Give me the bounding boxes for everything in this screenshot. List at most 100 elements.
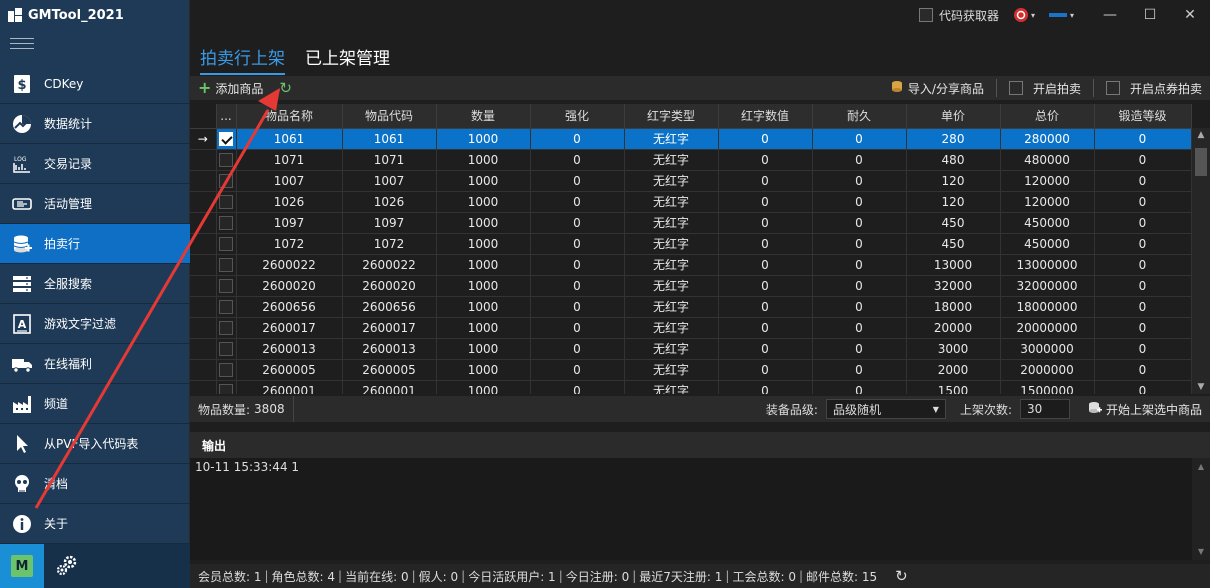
table-cell[interactable]: 3000 [906, 338, 1001, 360]
open-coupon-auction-toggle[interactable]: 开启点券拍卖 [1098, 76, 1210, 100]
table-cell[interactable]: 1000 [436, 275, 531, 297]
table-cell[interactable]: 0 [812, 359, 907, 381]
row-checkbox-cell[interactable] [216, 380, 237, 394]
minimize-button[interactable]: — [1090, 0, 1130, 30]
table-cell[interactable]: 0 [718, 296, 813, 318]
tab-listed-management[interactable]: 已上架管理 [305, 44, 390, 75]
table-cell[interactable]: 0 [1094, 170, 1192, 192]
table-cell[interactable]: 13000 [906, 254, 1001, 276]
table-cell[interactable]: 0 [812, 338, 907, 360]
table-cell[interactable]: 无红字 [624, 170, 719, 192]
row-checkbox-cell[interactable] [216, 191, 237, 213]
table-row[interactable]: 2600001 2600001 1000 0 无红字 0 0 1500 1500000 0 [190, 380, 1192, 394]
row-checkbox[interactable] [219, 383, 233, 394]
open-auction-toggle[interactable]: 开启拍卖 [1001, 76, 1089, 100]
row-checkbox[interactable] [219, 257, 233, 272]
table-cell[interactable]: 1500 [906, 380, 1001, 394]
table-cell[interactable]: 2600656 [342, 296, 437, 318]
table-cell[interactable]: 0 [718, 170, 813, 192]
table-cell[interactable]: 2600022 [236, 254, 343, 276]
table-cell[interactable]: 无红字 [624, 254, 719, 276]
scroll-up-icon[interactable]: ▲ [1192, 130, 1210, 140]
table-cell[interactable]: 120000 [1000, 170, 1095, 192]
import-share-button[interactable]: 导入/分享商品 [882, 76, 992, 100]
table-row[interactable]: 2600013 2600013 1000 0 无红字 0 0 3000 3000000 0 [190, 338, 1192, 360]
table-cell[interactable]: 1000 [436, 380, 531, 394]
table-cell[interactable]: 无红字 [624, 128, 719, 150]
table-cell[interactable]: 18000 [906, 296, 1001, 318]
add-item-button[interactable]: + 添加商品 [190, 76, 271, 100]
sidebar-item-11[interactable]: 关于 [0, 504, 190, 544]
row-checkbox-cell[interactable] [216, 170, 237, 192]
sidebar-item-4[interactable]: 拍卖行 [0, 224, 190, 264]
table-cell[interactable]: 0 [718, 233, 813, 255]
table-cell[interactable]: 0 [1094, 191, 1192, 213]
table-cell[interactable]: 1000 [436, 254, 531, 276]
open-auction-checkbox[interactable] [1008, 81, 1023, 95]
table-cell[interactable]: 0 [812, 317, 907, 339]
sidebar-item-6[interactable]: A 游戏文字过滤 [0, 304, 190, 344]
table-cell[interactable]: 0 [812, 233, 907, 255]
refresh-button[interactable]: ↻ [271, 76, 300, 100]
table-cell[interactable]: 0 [718, 317, 813, 339]
row-checkbox-cell[interactable] [216, 149, 237, 171]
table-cell[interactable]: 1000 [436, 233, 531, 255]
table-cell[interactable]: 2600022 [342, 254, 437, 276]
table-cell[interactable]: 0 [718, 254, 813, 276]
table-cell[interactable]: 0 [812, 191, 907, 213]
table-cell[interactable]: 0 [530, 170, 625, 192]
column-header[interactable]: 单价 [906, 104, 1001, 129]
table-row[interactable]: 1071 1071 1000 0 无红字 0 0 480 480000 0 [190, 149, 1192, 171]
table-cell[interactable]: 1000 [436, 359, 531, 381]
table-cell[interactable]: 120000 [1000, 191, 1095, 213]
row-checkbox[interactable] [219, 152, 233, 167]
table-cell[interactable]: 450000 [1000, 212, 1095, 234]
table-cell[interactable]: 0 [1094, 338, 1192, 360]
table-cell[interactable]: 0 [718, 212, 813, 234]
table-cell[interactable]: 0 [1094, 275, 1192, 297]
table-cell[interactable]: 无红字 [624, 275, 719, 297]
table-cell[interactable]: 1000 [436, 317, 531, 339]
table-cell[interactable]: 2600001 [236, 380, 343, 394]
sidebar-item-10[interactable]: 清档 [0, 464, 190, 504]
table-cell[interactable]: 450 [906, 233, 1001, 255]
table-cell[interactable]: 0 [530, 380, 625, 394]
table-row[interactable]: 2600020 2600020 1000 0 无红字 0 0 32000 32000000 0 [190, 275, 1192, 297]
table-cell[interactable]: 280000 [1000, 128, 1095, 150]
table-cell[interactable]: 1072 [342, 233, 437, 255]
row-checkbox[interactable] [219, 299, 233, 314]
table-row[interactable]: 1097 1097 1000 0 无红字 0 0 450 450000 0 [190, 212, 1192, 234]
table-cell[interactable]: 0 [530, 128, 625, 150]
row-checkbox[interactable] [219, 341, 233, 356]
table-cell[interactable]: 1007 [342, 170, 437, 192]
status-refresh-icon[interactable]: ↻ [895, 567, 908, 585]
code-fetcher-toggle[interactable]: 代码获取器 [918, 7, 999, 24]
table-cell[interactable]: 0 [812, 254, 907, 276]
table-cell[interactable]: 1026 [236, 191, 343, 213]
table-cell[interactable]: 1071 [342, 149, 437, 171]
table-cell[interactable]: 0 [530, 212, 625, 234]
table-cell[interactable]: 1000 [436, 296, 531, 318]
table-cell[interactable]: 无红字 [624, 359, 719, 381]
output-console[interactable]: 10-11 15:33:44 1 ▲ ▼ [190, 458, 1210, 560]
table-cell[interactable]: 3000000 [1000, 338, 1095, 360]
table-cell[interactable]: 0 [530, 338, 625, 360]
close-button[interactable]: ✕ [1170, 0, 1210, 30]
row-checkbox-cell[interactable] [216, 254, 237, 276]
table-cell[interactable]: 0 [1094, 233, 1192, 255]
column-header[interactable]: 锻造等级 [1094, 104, 1192, 129]
table-cell[interactable]: 0 [718, 128, 813, 150]
table-cell[interactable]: 无红字 [624, 380, 719, 394]
table-cell[interactable]: 0 [1094, 212, 1192, 234]
table-cell[interactable]: 0 [812, 212, 907, 234]
row-checkbox-cell[interactable] [216, 128, 237, 150]
table-cell[interactable]: 2600001 [342, 380, 437, 394]
start-listing-button[interactable]: 开始上架选中商品 [1078, 397, 1202, 421]
open-coupon-auction-checkbox[interactable] [1105, 81, 1120, 95]
table-cell[interactable]: 0 [718, 191, 813, 213]
table-cell[interactable]: 1097 [342, 212, 437, 234]
table-cell[interactable]: 1000 [436, 149, 531, 171]
sidebar-item-1[interactable]: 数据统计 [0, 104, 190, 144]
hamburger-menu-icon[interactable] [10, 38, 34, 54]
row-checkbox-cell[interactable] [216, 359, 237, 381]
